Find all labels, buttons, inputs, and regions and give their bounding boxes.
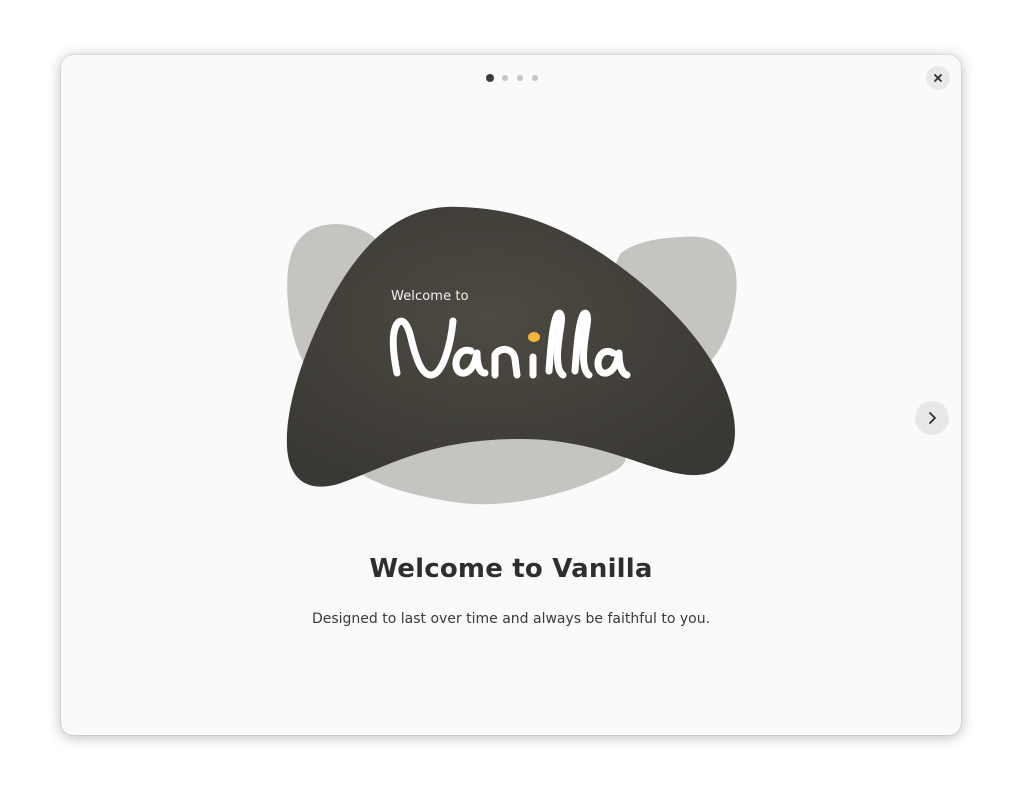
close-button[interactable] (926, 66, 950, 90)
page-subtitle: Designed to last over time and always be… (311, 611, 711, 627)
hero-illustration: Welcome to (281, 203, 741, 509)
chevron-right-icon (929, 412, 936, 424)
page-title: Welcome to Vanilla (369, 554, 653, 584)
close-icon (934, 74, 942, 82)
hero-blob-art (286, 206, 737, 505)
page-indicator (61, 74, 961, 82)
next-page-button[interactable] (915, 401, 949, 435)
logo-accent-dot (528, 332, 540, 342)
page-dot-4[interactable] (531, 75, 538, 81)
page-dot-2[interactable] (501, 75, 508, 81)
welcome-window: Welcome to Welcome to Vanilla Designed t… (61, 55, 961, 735)
hero-welcome-text: Welcome to (391, 289, 469, 304)
page-dot-3[interactable] (516, 75, 523, 81)
page-dot-1[interactable] (485, 74, 494, 82)
